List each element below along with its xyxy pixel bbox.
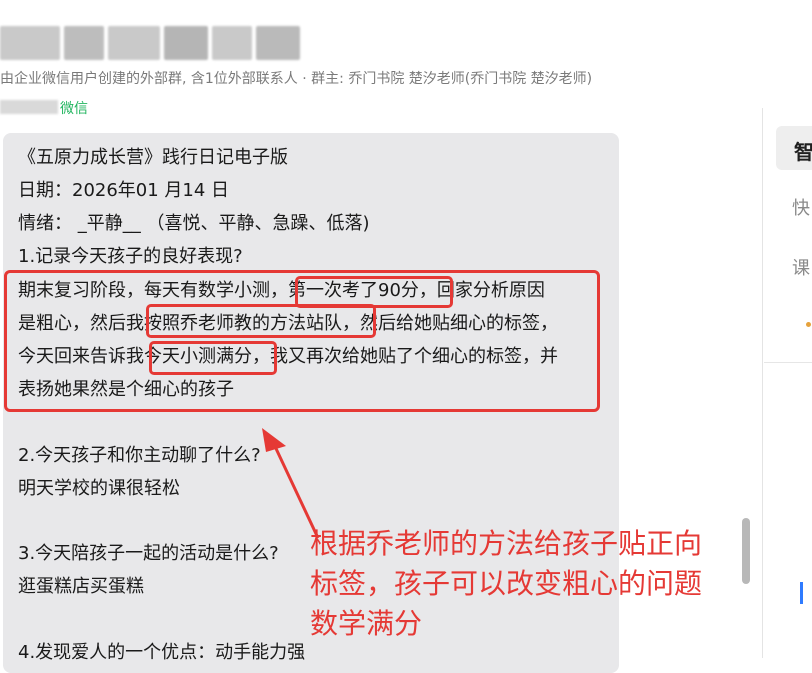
- course-panel-item[interactable]: 课: [792, 254, 810, 280]
- active-indicator: [800, 582, 803, 604]
- status-dot: [806, 322, 811, 327]
- smart-panel-button[interactable]: 智: [776, 126, 812, 170]
- quick-panel-item[interactable]: 快: [792, 194, 810, 220]
- smart-panel-label: 智: [794, 140, 812, 164]
- annotation-line-2: 标签，孩子可以改变粗心的问题: [310, 567, 703, 600]
- panel-divider: [762, 108, 763, 658]
- annotation-line-3: 数学满分: [310, 607, 423, 640]
- chat-scrollbar[interactable]: [742, 518, 750, 584]
- annotation-line-1: 根据乔老师的方法给孩子贴正向: [310, 527, 703, 560]
- panel-separator: [764, 362, 812, 363]
